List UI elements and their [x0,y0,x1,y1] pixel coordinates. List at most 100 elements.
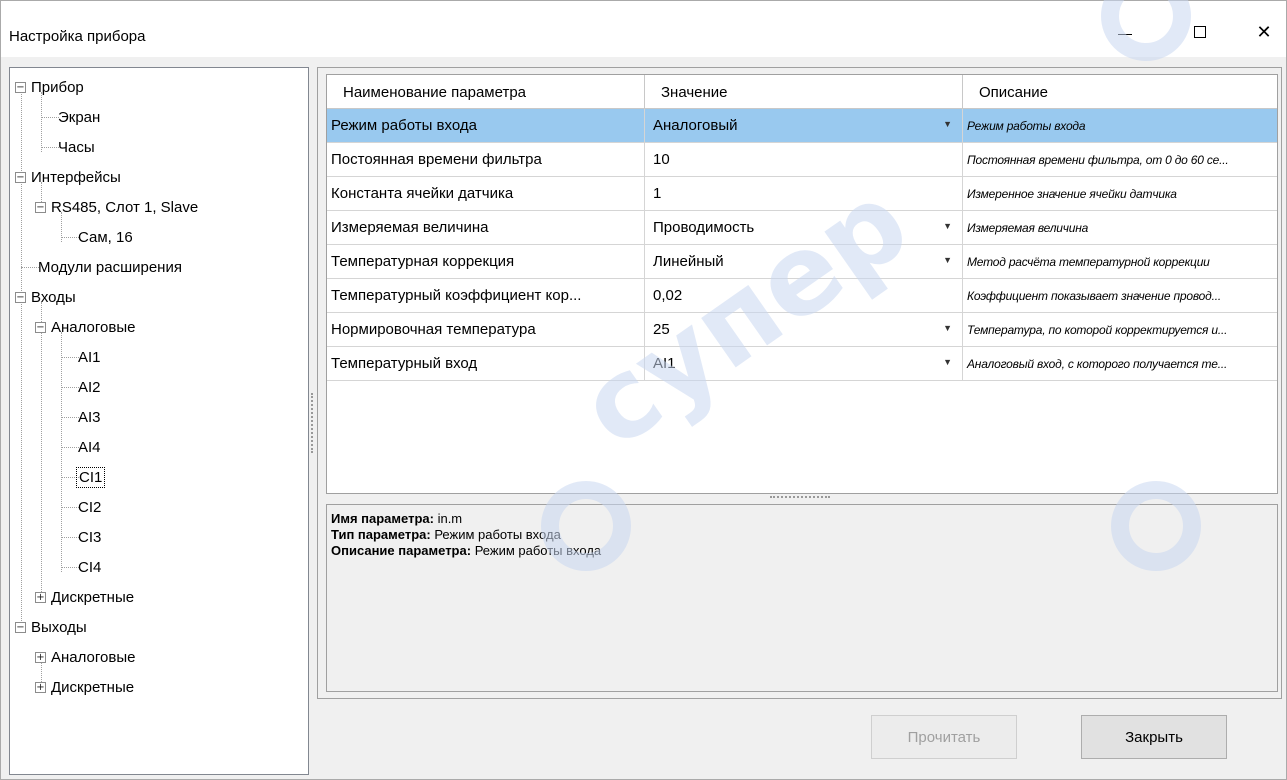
param-value-input[interactable]: 0,02 [645,279,963,312]
param-name: Режим работы входа [327,109,645,142]
param-value-dropdown[interactable]: Проводимость ▼ [645,211,963,244]
table-row[interactable]: Температурный коэффициент кор... 0,02 Ко… [327,279,1277,313]
tree-item-ai4[interactable]: AI4 [76,432,103,462]
settings-window: Настройка прибора ✕ − Прибор Экран Часы −… [0,0,1287,780]
minimize-button[interactable] [1102,11,1148,53]
expand-icon[interactable]: + [35,591,46,603]
param-description: Режим работы входа [963,109,1277,142]
details-type-value: Режим работы входа [434,527,561,542]
vertical-splitter-handle[interactable] [311,393,313,453]
tree-item-self[interactable]: Сам, 16 [76,222,135,252]
param-value: AI1 [653,355,676,372]
param-value: Аналоговый [653,117,738,134]
details-name-value: in.m [437,511,463,526]
param-value-dropdown[interactable]: Линейный ▼ [645,245,963,278]
param-description: Постоянная времени фильтра, от 0 до 60 с… [963,143,1277,176]
collapse-icon[interactable]: − [15,81,26,93]
tree-item-ci4[interactable]: CI4 [76,552,103,582]
read-button[interactable]: Прочитать [871,715,1017,759]
table-row[interactable]: Измеряемая величина Проводимость ▼ Измеря… [327,211,1277,245]
dropdown-arrow-icon[interactable]: ▼ [943,357,952,367]
tree-item-expansion-modules[interactable]: Модули расширения [36,252,184,282]
table-row[interactable]: Константа ячейки датчика 1 Измеренное зн… [327,177,1277,211]
tree-item-ai1[interactable]: AI1 [76,342,103,372]
tree-item-outputs[interactable]: − Выходы [15,612,89,642]
collapse-icon[interactable]: − [15,171,26,183]
param-name: Температурная коррекция [327,245,645,278]
param-value: Линейный [653,253,724,270]
tree-item-ai3[interactable]: AI3 [76,402,103,432]
expand-icon[interactable]: + [35,681,46,693]
tree-item-ci3[interactable]: CI3 [76,522,103,552]
parameter-details: Имя параметра: in.m Тип параметра: Режим… [326,504,1278,692]
param-value-input[interactable]: 1 [645,177,963,210]
tree-item-inputs-analog[interactable]: − Аналоговые [35,312,137,342]
maximize-button[interactable] [1177,11,1223,53]
parameters-grid: Наименование параметра Значение Описание… [326,74,1278,494]
param-value-input[interactable]: 10 [645,143,963,176]
param-value-dropdown[interactable]: AI1 ▼ [645,347,963,380]
param-value: 1 [653,185,662,202]
details-name-label: Имя параметра: [331,511,434,526]
collapse-icon[interactable]: − [35,201,46,213]
table-row[interactable]: Постоянная времени фильтра 10 Постоянная… [327,143,1277,177]
collapse-icon[interactable]: − [15,291,26,303]
param-description: Температура, по которой корректируется и… [963,313,1277,346]
tree-item-interfaces[interactable]: − Интерфейсы [15,162,123,192]
tree-item-screen[interactable]: Экран [56,102,102,132]
collapse-icon[interactable]: − [15,621,26,633]
tree-item-clock[interactable]: Часы [56,132,97,162]
tree-item-ci2[interactable]: CI2 [76,492,103,522]
horizontal-splitter-handle[interactable] [770,496,830,498]
details-desc-label: Описание параметра: [331,543,472,558]
column-header-value[interactable]: Значение [645,75,963,109]
table-row[interactable]: Нормировочная температура 25 ▼ Температур… [327,313,1277,347]
param-description: Метод расчёта температурной коррекции [963,245,1277,278]
expand-icon[interactable]: + [35,651,46,663]
param-name: Постоянная времени фильтра [327,143,645,176]
param-description: Измеряемая величина [963,211,1277,244]
column-header-description[interactable]: Описание [963,75,1277,109]
dropdown-arrow-icon[interactable]: ▼ [943,255,952,265]
tree-item-rs485[interactable]: − RS485, Слот 1, Slave [35,192,200,222]
maximize-icon [1194,26,1206,38]
grid-header: Наименование параметра Значение Описание [327,75,1277,109]
details-desc-value: Режим работы входа [474,543,602,558]
dropdown-arrow-icon[interactable]: ▼ [943,323,952,333]
parameters-panel: Наименование параметра Значение Описание… [317,67,1282,699]
column-header-name[interactable]: Наименование параметра [327,75,645,109]
param-value: Проводимость [653,219,755,236]
table-row[interactable]: Режим работы входа Аналоговый ▼ Режим раб… [327,109,1277,143]
title-bar: Настройка прибора ✕ [1,1,1286,57]
collapse-icon[interactable]: − [35,321,46,333]
table-row[interactable]: Температурный вход AI1 ▼ Аналоговый вход,… [327,347,1277,381]
param-description: Аналоговый вход, с которого получается т… [963,347,1277,380]
tree-item-inputs[interactable]: − Входы [15,282,78,312]
param-value-dropdown[interactable]: 25 ▼ [645,313,963,346]
param-value: 25 [653,321,670,338]
param-name: Константа ячейки датчика [327,177,645,210]
tree-item-outputs-discrete[interactable]: + Дискретные [35,672,136,702]
dropdown-arrow-icon[interactable]: ▼ [943,221,952,231]
close-icon: ✕ [1256,22,1272,42]
param-value-dropdown[interactable]: Аналоговый ▼ [645,109,963,142]
tree-item-ai2[interactable]: AI2 [76,372,103,402]
param-value: 0,02 [653,287,683,304]
minimize-icon [1118,33,1132,35]
close-button[interactable]: Закрыть [1081,715,1227,759]
device-tree[interactable]: − Прибор Экран Часы − Интерфейсы − RS485, С… [9,67,309,775]
window-title: Настройка прибора [9,28,146,45]
tree-item-inputs-discrete[interactable]: + Дискретные [35,582,136,612]
tree-item-device[interactable]: − Прибор [15,72,86,102]
close-window-button[interactable]: ✕ [1241,11,1287,53]
details-type-label: Тип параметра: [331,527,431,542]
param-description: Измеренное значение ячейки датчика [963,177,1277,210]
param-name: Нормировочная температура [327,313,645,346]
table-row[interactable]: Температурная коррекция Линейный ▼ Метод … [327,245,1277,279]
tree-item-outputs-analog[interactable]: + Аналоговые [35,642,137,672]
param-description: Коэффициент показывает значение провод..… [963,279,1277,312]
tree-item-ci1[interactable]: CI1 [76,462,106,492]
param-name: Измеряемая величина [327,211,645,244]
param-value: 10 [653,151,670,168]
dropdown-arrow-icon[interactable]: ▼ [943,119,952,129]
